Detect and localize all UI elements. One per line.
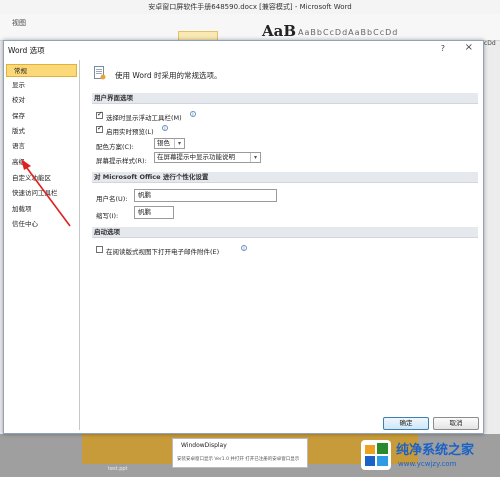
popup-title: WindowDisplay xyxy=(181,442,227,449)
color-scheme-select[interactable]: 银色 ▾ xyxy=(154,138,185,149)
nav-item-display[interactable]: 显示 xyxy=(5,79,77,92)
watermark-url: www.ycwjzy.com xyxy=(398,460,457,468)
nav-item-save[interactable]: 保存 xyxy=(5,110,77,123)
reading-view-checkbox[interactable] xyxy=(96,246,103,253)
popup-text: 安装安卓窗口显示 Ver1.0 并打开 打开已注册的安卓窗口显示 xyxy=(177,457,300,462)
mini-toolbar-checkbox[interactable] xyxy=(96,110,103,119)
close-button[interactable]: × xyxy=(465,42,473,53)
options-content: 使用 Word 时采用的常规选项。 用户界面选项 选择时显示浮动工具栏(M) i… xyxy=(86,60,480,410)
nav-item-quick-access[interactable]: 快速访问工具栏 xyxy=(5,187,77,200)
username-label: 用户名(U): xyxy=(96,195,128,203)
chevron-down-icon: ▾ xyxy=(250,153,260,162)
style-gallery-right: cDd xyxy=(484,40,496,47)
info-icon: i xyxy=(241,245,247,252)
section-ui-options: 用户界面选项 xyxy=(92,93,478,104)
nav-item-general[interactable]: 常规 xyxy=(6,64,77,77)
chevron-down-icon: ▾ xyxy=(174,139,184,148)
live-preview-label: 启用实时预览(L) xyxy=(106,128,154,136)
general-options-icon xyxy=(94,66,106,80)
nav-item-language[interactable]: 语言 xyxy=(5,140,77,153)
intro-text: 使用 Word 时采用的常规选项。 xyxy=(115,71,222,80)
initials-input[interactable]: 帆鹏 xyxy=(134,206,174,219)
mini-toolbar-label: 选择时显示浮动工具栏(M) xyxy=(106,114,182,122)
background-popup: WindowDisplay 安装安卓窗口显示 Ver1.0 并打开 打开已注册的… xyxy=(172,438,308,468)
section-personalize: 对 Microsoft Office 进行个性化设置 xyxy=(92,172,478,183)
background-file-name: test.ppt xyxy=(108,466,128,472)
watermark: 纯净系统之家 www.ycwjzy.com xyxy=(358,437,498,475)
word-options-dialog: Word 选项 ? × 常规 显示 校对 保存 版式 语言 高级 自定义功能区 … xyxy=(3,40,484,434)
nav-item-layout[interactable]: 版式 xyxy=(5,125,77,138)
info-icon: i xyxy=(162,125,168,132)
color-scheme-label: 配色方案(C): xyxy=(96,143,134,151)
nav-item-customize-ribbon[interactable]: 自定义功能区 xyxy=(5,172,77,185)
nav-item-trust-center[interactable]: 信任中心 xyxy=(5,218,77,231)
nav-item-advanced[interactable]: 高级 xyxy=(5,156,77,169)
word-window-title: 安卓窗口屏软件手册648590.docx [兼容模式] - Microsoft … xyxy=(0,0,500,14)
nav-item-proofing[interactable]: 校对 xyxy=(5,94,77,107)
screentip-style-select[interactable]: 在屏幕提示中显示功能说明 ▾ xyxy=(154,152,261,163)
nav-item-addins[interactable]: 加载项 xyxy=(5,203,77,216)
options-nav: 常规 显示 校对 保存 版式 语言 高级 自定义功能区 快速访问工具栏 加载项 … xyxy=(5,60,80,430)
screentip-style-value: 在屏幕提示中显示功能说明 xyxy=(157,153,235,161)
ribbon-tab-view[interactable]: 视图 xyxy=(12,18,26,28)
username-input[interactable]: 帆鹏 xyxy=(134,189,277,202)
watermark-brand: 纯净系统之家 xyxy=(396,443,475,458)
initials-label: 缩写(I): xyxy=(96,212,119,220)
info-icon: i xyxy=(190,111,196,118)
word-ribbon: 视图 xyxy=(0,14,500,41)
live-preview-checkbox[interactable] xyxy=(96,124,103,133)
style-gallery[interactable]: AaBbCcDdAaBbCcDd xyxy=(298,28,398,37)
screentip-style-label: 屏幕提示样式(R): xyxy=(96,157,147,165)
dialog-title: Word 选项 xyxy=(8,46,45,55)
section-startup: 启动选项 xyxy=(92,227,478,238)
style-sample[interactable]: AaB xyxy=(262,22,296,40)
watermark-logo-icon xyxy=(361,440,391,470)
color-scheme-value: 银色 xyxy=(157,139,170,147)
ok-button[interactable]: 确定 xyxy=(383,417,429,430)
help-button[interactable]: ? xyxy=(441,44,445,53)
reading-view-label: 在阅读版式视图下打开电子邮件附件(E) xyxy=(106,248,220,256)
cancel-button[interactable]: 取消 xyxy=(433,417,479,430)
